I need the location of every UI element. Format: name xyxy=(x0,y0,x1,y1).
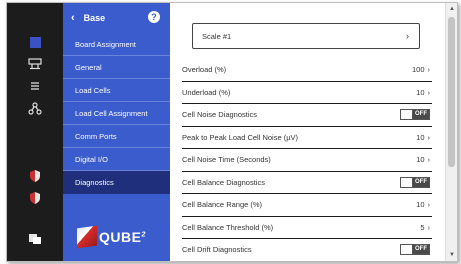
sidebar-item-digital-io[interactable]: Digital I/O xyxy=(63,148,170,171)
sidebar-item-load-cells[interactable]: Load Cells xyxy=(63,79,170,102)
setting-row-overload[interactable]: Overload (%) 100 › xyxy=(182,59,432,82)
cell-balance-toggle[interactable]: OFF xyxy=(400,176,430,188)
sidebar-item-board-assignment[interactable]: Board Assignment xyxy=(63,33,170,56)
setting-value: 10 › xyxy=(416,87,430,97)
cube-icon[interactable] xyxy=(27,231,43,245)
setting-row-cell-drift-diagnostics: Cell Drift Diagnostics OFF xyxy=(182,239,432,261)
sidebar-item-load-cell-assignment[interactable]: Load Cell Assignment xyxy=(63,102,170,125)
setting-row-peak-to-peak-noise[interactable]: Peak to Peak Load Cell Noise (µV) 10 › xyxy=(182,127,432,149)
vertical-scrollbar[interactable]: ▲ ▼ xyxy=(445,3,457,261)
cell-drift-toggle[interactable]: OFF xyxy=(400,244,430,256)
setting-value: 5 › xyxy=(420,222,430,232)
setting-label: Cell Noise Diagnostics xyxy=(182,110,258,120)
setting-row-cell-balance-diagnostics: Cell Balance Diagnostics OFF xyxy=(182,172,432,194)
setting-row-cell-noise-diagnostics: Cell Noise Diagnostics OFF xyxy=(182,104,432,127)
sidebar-item-diagnostics[interactable]: Diagnostics xyxy=(63,171,170,194)
hierarchy-icon[interactable] xyxy=(27,101,43,115)
list-icon[interactable] xyxy=(27,79,43,93)
setting-row-underload[interactable]: Underload (%) 10 › xyxy=(182,82,432,104)
scroll-thumb[interactable] xyxy=(448,17,455,167)
shield-icon[interactable] xyxy=(27,169,43,183)
qube-logo: QUBE2 xyxy=(77,225,146,249)
sidebar-item-comm-ports[interactable]: Comm Ports xyxy=(63,125,170,148)
cell-noise-toggle[interactable]: OFF xyxy=(400,109,430,121)
back-label[interactable]: Base xyxy=(84,13,106,23)
setting-label: Cell Balance Range (%) xyxy=(182,200,263,210)
main-panel: Scale #1 › Overload (%) 100 › Underload (… xyxy=(170,3,447,261)
scale-selector-label: Scale #1 xyxy=(202,31,232,41)
sidebar-item-general[interactable]: General xyxy=(63,56,170,79)
setting-value: 10 › xyxy=(416,200,430,210)
scroll-down-icon[interactable]: ▼ xyxy=(446,249,457,261)
settings-list: Overload (%) 100 › Underload (%) 10 › Cell… xyxy=(182,59,432,261)
setting-value: 10 › xyxy=(416,132,430,142)
app-window: ‹ Base ? Board Assignment General Load C… xyxy=(6,2,458,262)
setting-label: Cell Drift Diagnostics xyxy=(182,245,252,255)
chevron-left-icon[interactable]: ‹ xyxy=(71,12,75,24)
chevron-right-icon: › xyxy=(406,31,409,41)
icon-rail xyxy=(7,3,63,261)
setting-value: 10 › xyxy=(416,155,430,165)
setting-value: 100 › xyxy=(411,65,430,75)
sidebar: ‹ Base ? Board Assignment General Load C… xyxy=(63,3,170,261)
help-icon[interactable]: ? xyxy=(148,11,160,23)
setting-label: Peak to Peak Load Cell Noise (µV) xyxy=(182,132,299,142)
setting-row-cell-noise-time[interactable]: Cell Noise Time (Seconds) 10 › xyxy=(182,149,432,172)
logo-cube-icon xyxy=(77,225,97,249)
setting-label: Cell Balance Diagnostics xyxy=(182,177,265,187)
setting-label: Cell Balance Threshold (%) xyxy=(182,222,274,232)
setting-label: Cell Noise Time (Seconds) xyxy=(182,155,271,165)
shield-icon[interactable] xyxy=(27,191,43,205)
scroll-up-icon[interactable]: ▲ xyxy=(446,3,457,15)
logo-text: QUBE2 xyxy=(99,229,146,245)
setting-row-cell-balance-range[interactable]: Cell Balance Range (%) 10 › xyxy=(182,194,432,217)
sidebar-header: ‹ Base ? xyxy=(63,3,170,33)
setting-row-cell-balance-threshold[interactable]: Cell Balance Threshold (%) 5 › xyxy=(182,217,432,239)
setting-label: Underload (%) xyxy=(182,87,231,97)
square-icon[interactable] xyxy=(27,35,43,49)
scale-selector-button[interactable]: Scale #1 › xyxy=(192,23,420,49)
network-icon[interactable] xyxy=(27,57,43,71)
setting-label: Overload (%) xyxy=(182,65,227,75)
